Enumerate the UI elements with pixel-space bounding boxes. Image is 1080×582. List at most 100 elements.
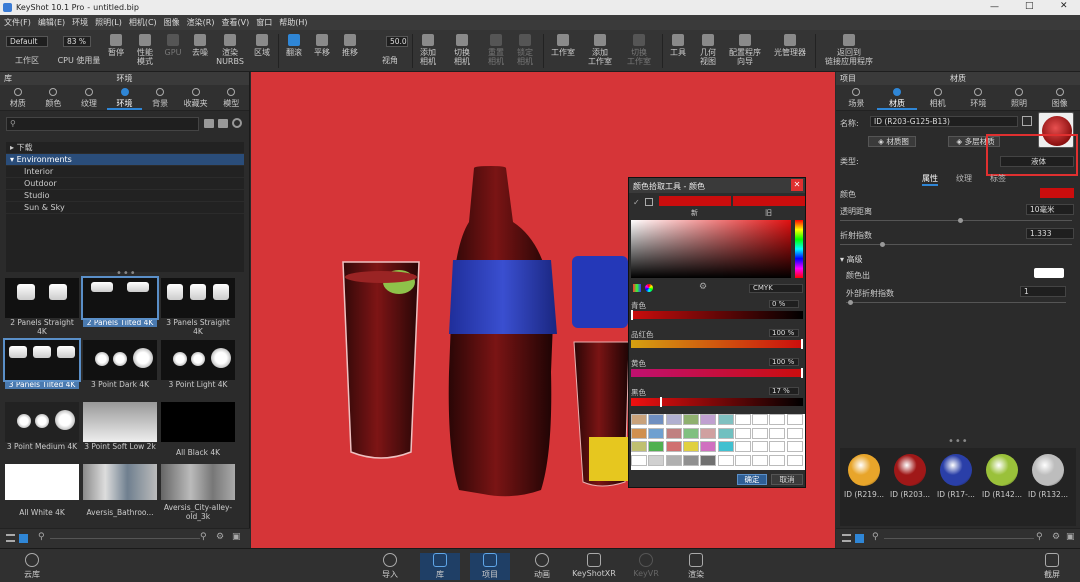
screenshot-button[interactable]: 截屏	[1032, 553, 1072, 580]
color-swatch-cell[interactable]	[786, 427, 803, 439]
material-ball-5[interactable]	[1032, 454, 1064, 486]
tree-item-environments[interactable]: ▾ Environments	[6, 154, 244, 166]
thumbnail-all-white[interactable]: All White 4K	[5, 464, 79, 517]
configurator-wizard-button[interactable]: 配置程序 向导	[726, 34, 764, 66]
cyan-value-input[interactable]: 0 %	[769, 300, 799, 308]
region-button[interactable]: 区域	[250, 34, 274, 57]
color-swatch-cell[interactable]	[700, 427, 717, 439]
tab-image[interactable]: 图像	[1039, 85, 1080, 110]
color-swatch-cell[interactable]	[734, 454, 751, 466]
color-swatch-cell[interactable]	[786, 441, 803, 452]
color-swatch-cell[interactable]	[648, 454, 665, 466]
gpu-button[interactable]: GPU	[162, 34, 184, 57]
folder-add-icon[interactable]	[204, 119, 214, 128]
material-graph-button[interactable]: ◈ 材质图	[868, 136, 916, 147]
refraction-index-slider[interactable]	[840, 242, 1072, 247]
folder-icon[interactable]	[218, 119, 228, 128]
menu-edit[interactable]: 编辑(E)	[38, 17, 65, 28]
sub-tab-properties[interactable]: 属性	[922, 173, 938, 186]
cloud-library-button[interactable]: 云库	[12, 553, 52, 580]
keyvr-button[interactable]: KeyVR	[626, 553, 666, 578]
dolly-button[interactable]: 推移	[338, 34, 362, 57]
field-of-view-field[interactable]: 50.0	[386, 36, 408, 47]
zoom-in-icon[interactable]: ⚲	[200, 532, 207, 542]
color-swatch-cell[interactable]	[769, 414, 786, 425]
material-ball-2[interactable]	[894, 454, 926, 486]
black-value-input[interactable]: 17 %	[769, 387, 799, 395]
color-swatch-cell[interactable]	[648, 414, 665, 425]
color-swatch-cell[interactable]	[734, 414, 751, 425]
color-swatch-cell[interactable]	[631, 454, 647, 466]
thumbnail-2-panels-straight[interactable]: 2 Panels Straight 4K	[5, 278, 79, 336]
color-swatch-cell[interactable]	[665, 441, 682, 452]
menu-environment[interactable]: 环境	[72, 17, 88, 28]
menu-help[interactable]: 帮助(H)	[279, 17, 307, 28]
color-swatch-cell[interactable]	[682, 427, 699, 439]
refresh-icon[interactable]	[232, 118, 242, 128]
panel-splitter[interactable]: •••	[948, 436, 969, 447]
magenta-slider-knob[interactable]	[801, 339, 803, 349]
tab-textures[interactable]: 纹理	[71, 85, 107, 110]
tab-environment[interactable]: 环境	[958, 85, 999, 110]
tree-item-interior[interactable]: Interior	[6, 166, 244, 178]
thumbnail-3-panels-tilted[interactable]: 3 Panels Tilted 4K	[3, 338, 81, 389]
pause-button[interactable]: 暂停	[104, 34, 128, 57]
menu-render[interactable]: 渲染(R)	[187, 17, 215, 28]
black-slider-knob[interactable]	[659, 397, 662, 407]
thumbnail-size-slider[interactable]	[50, 538, 200, 539]
tab-environments[interactable]: 环境	[106, 85, 143, 110]
list-view-icon[interactable]	[6, 534, 15, 542]
tumble-button[interactable]: 翻滚	[282, 34, 306, 57]
tab-materials[interactable]: 材质	[0, 85, 36, 110]
cpu-usage-field[interactable]: 83 %	[63, 36, 91, 47]
old-color-swatch[interactable]	[733, 196, 805, 206]
back-to-linked-app-button[interactable]: 返回到 链接应用程序	[820, 34, 878, 66]
yellow-slider[interactable]	[631, 368, 803, 378]
eyedropper-icon[interactable]: ✓	[633, 198, 640, 207]
cyan-slider-knob[interactable]	[631, 310, 633, 320]
zoom-in-icon[interactable]: ⚲	[1036, 532, 1043, 542]
color-swatch-cell[interactable]	[717, 454, 734, 466]
color-swatch-cell[interactable]	[631, 414, 647, 425]
color-swatch-cell[interactable]	[717, 414, 734, 425]
tab-camera[interactable]: 相机	[917, 85, 958, 110]
color-swatch-cell[interactable]	[631, 441, 647, 452]
tab-favorites[interactable]: 收藏夹	[178, 85, 214, 110]
thumbnail-2-panels-tilted[interactable]: 2 Panels Tilted 4K	[81, 276, 159, 327]
sub-tab-labels[interactable]: 标签	[990, 173, 1006, 184]
color-swatch-cell[interactable]	[648, 441, 665, 452]
color-swatch-cell[interactable]	[682, 454, 699, 466]
magenta-slider[interactable]	[631, 339, 803, 349]
grid-view-icon[interactable]	[19, 534, 28, 543]
cyan-slider[interactable]	[631, 310, 803, 320]
reset-camera-button[interactable]: 重置 相机	[484, 34, 508, 66]
menu-lighting[interactable]: 照明(L)	[95, 17, 122, 28]
ok-button[interactable]: 确定	[737, 474, 767, 485]
menu-window[interactable]: 窗口	[256, 17, 272, 28]
copy-icon[interactable]	[645, 198, 653, 206]
thumbnail-all-black[interactable]: All Black 4K	[161, 402, 235, 457]
color-swatch-cell[interactable]	[752, 427, 769, 439]
external-refraction-index-slider[interactable]	[846, 300, 1066, 305]
settings-icon[interactable]: ⚙	[699, 282, 707, 292]
save-icon[interactable]	[1022, 116, 1032, 126]
material-ball-4[interactable]	[986, 454, 1018, 486]
library-button[interactable]: 库	[420, 553, 460, 580]
tab-scene[interactable]: 场景	[836, 85, 877, 110]
thumbnail-3-point-dark[interactable]: 3 Point Dark 4K	[83, 340, 157, 389]
thumbnail-3-point-light[interactable]: 3 Point Light 4K	[161, 340, 235, 389]
project-button[interactable]: 项目	[470, 553, 510, 580]
add-camera-button[interactable]: 添加 相机	[416, 34, 440, 66]
maximize-icon[interactable]: □	[1025, 1, 1034, 11]
add-studio-button[interactable]: 添加 工作室	[585, 34, 615, 66]
thumbnail-3-panels-straight[interactable]: 3 Panels Straight 4K	[161, 278, 235, 336]
cancel-button[interactable]: 取消	[771, 474, 803, 485]
list-view-icon[interactable]	[842, 534, 851, 542]
external-refraction-index-input[interactable]: 1	[1020, 286, 1066, 297]
tree-item-outdoor[interactable]: Outdoor	[6, 178, 244, 190]
sub-tab-textures[interactable]: 纹理	[956, 173, 972, 184]
denoise-button[interactable]: 去噪	[188, 34, 212, 57]
color-swatch-cell[interactable]	[682, 441, 699, 452]
animation-button[interactable]: 动画	[522, 553, 562, 580]
tree-item-sun-sky[interactable]: Sun & Sky	[6, 202, 244, 214]
